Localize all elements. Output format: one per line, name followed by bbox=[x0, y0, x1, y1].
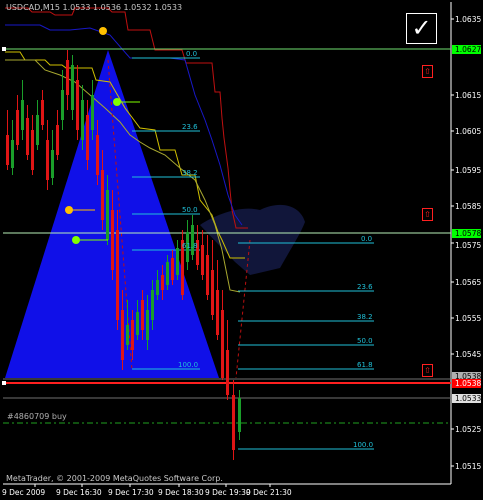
arrow-glyph: ⇧ bbox=[424, 366, 431, 375]
fib-upper-label: 61.8 bbox=[182, 242, 198, 250]
candle-body bbox=[116, 230, 119, 320]
fib-lower-label: 50.0 bbox=[357, 337, 373, 345]
marker-dot-yellow-top[interactable] bbox=[99, 27, 107, 35]
price-scale-label: 1.0605 bbox=[455, 127, 482, 136]
candle-body bbox=[232, 395, 235, 450]
candle-body bbox=[166, 262, 169, 285]
copyright-text: MetaTrader, © 2001-2009 MetaQuotes Softw… bbox=[6, 474, 223, 483]
price-tag-current: 1.0533 bbox=[452, 394, 481, 403]
candle-body bbox=[91, 95, 94, 130]
candle-body bbox=[51, 150, 54, 178]
fib-lower-levels[interactable] bbox=[238, 242, 374, 450]
price-tag-green-lower: 1.0578 bbox=[452, 229, 481, 238]
candle-body bbox=[176, 248, 179, 275]
price-scale-label: 1.0615 bbox=[455, 91, 482, 100]
time-scale-label: 9 Dec 2009 bbox=[2, 488, 46, 497]
candle-body bbox=[146, 310, 149, 340]
candle-body bbox=[61, 90, 64, 120]
fib-upper-label: 50.0 bbox=[182, 206, 198, 214]
candle-body bbox=[36, 115, 39, 145]
candle-body bbox=[56, 125, 59, 155]
marker-dot-green-1[interactable] bbox=[113, 98, 121, 106]
candle-body bbox=[6, 135, 9, 165]
marker-dot-green-2[interactable] bbox=[72, 236, 80, 244]
hline-anchor-red[interactable] bbox=[2, 381, 6, 385]
fib-upper-label: 23.6 bbox=[182, 123, 198, 131]
time-scale-label: 9 Dec 18:30 bbox=[158, 488, 204, 497]
candle-body bbox=[161, 275, 164, 290]
fib-upper-label: 100.0 bbox=[178, 361, 199, 369]
candle-body bbox=[76, 80, 79, 130]
background-shape bbox=[200, 204, 305, 275]
candle-body bbox=[11, 140, 14, 168]
candle-body bbox=[66, 60, 69, 95]
candle-body bbox=[96, 135, 99, 175]
fib-lower-label: 100.0 bbox=[353, 441, 374, 449]
fib-lower-label: 23.6 bbox=[357, 283, 373, 291]
price-scale-label: 1.0565 bbox=[455, 278, 482, 287]
price-scale-label: 1.0635 bbox=[455, 15, 482, 24]
candle-body bbox=[71, 65, 74, 110]
candle-body bbox=[216, 290, 219, 335]
fib-upper-label: 38.2 bbox=[182, 169, 198, 177]
time-scale-label: 9 Dec 17:30 bbox=[108, 488, 154, 497]
price-chart[interactable] bbox=[0, 0, 483, 500]
candle-body bbox=[31, 130, 34, 170]
fib-lower-label: 38.2 bbox=[357, 313, 373, 321]
candle-body bbox=[46, 140, 49, 180]
price-scale-label: 1.0585 bbox=[455, 202, 482, 211]
candle-body bbox=[201, 245, 204, 275]
candle-body bbox=[86, 115, 89, 160]
candle-body bbox=[171, 258, 174, 280]
up-arrow-icon[interactable]: ⇧ bbox=[422, 65, 433, 78]
candle-body bbox=[156, 280, 159, 295]
fib-lower-label: 0.0 bbox=[361, 235, 373, 243]
candle-body bbox=[101, 170, 104, 220]
price-scale-label: 1.0545 bbox=[455, 350, 482, 359]
candle-body bbox=[206, 255, 209, 295]
candle-body bbox=[126, 325, 129, 345]
order-label: #4860709 buy bbox=[7, 412, 67, 421]
price-tag-green-upper: 1.0627 bbox=[452, 45, 481, 54]
candle-body bbox=[136, 312, 139, 335]
candle-body bbox=[191, 225, 194, 255]
time-scale-label: 9 Dec 19:30 bbox=[205, 488, 251, 497]
candle-body bbox=[26, 118, 29, 155]
candle-body bbox=[121, 310, 124, 360]
candle-body bbox=[221, 310, 224, 378]
candle-body bbox=[111, 210, 114, 270]
up-arrow-icon[interactable]: ⇧ bbox=[422, 208, 433, 221]
price-scale-label: 1.0595 bbox=[455, 166, 482, 175]
marker-dot-yellow[interactable] bbox=[65, 206, 73, 214]
time-scale-label: 9 Dec 16:30 bbox=[56, 488, 102, 497]
candle-body bbox=[16, 110, 19, 145]
fib-upper-label: 0.0 bbox=[186, 50, 198, 58]
price-scale-label: 1.0575 bbox=[455, 241, 482, 250]
candle-body bbox=[106, 190, 109, 240]
candle-body bbox=[211, 270, 214, 315]
candle-body bbox=[226, 350, 229, 395]
price-tag-red: 1.0538 bbox=[452, 379, 481, 388]
arrow-glyph: ⇧ bbox=[424, 67, 431, 76]
candle-body bbox=[21, 100, 24, 130]
up-arrow-icon[interactable]: ⇧ bbox=[422, 364, 433, 377]
price-scale-label: 1.0525 bbox=[455, 425, 482, 434]
candle-body bbox=[141, 300, 144, 330]
candle-body bbox=[41, 100, 44, 125]
hline-anchor-upper[interactable] bbox=[2, 47, 6, 51]
price-scale-label: 1.0515 bbox=[455, 462, 482, 471]
time-scale-label: 9 Dec 21:30 bbox=[246, 488, 292, 497]
arrow-glyph: ⇧ bbox=[424, 210, 431, 219]
chart-title: USDCAD,M15 1.0533 1.0536 1.0532 1.0533 bbox=[6, 3, 183, 12]
price-scale-label: 1.0555 bbox=[455, 314, 482, 323]
candle-body bbox=[131, 320, 134, 350]
candle-body bbox=[238, 398, 241, 432]
check-icon[interactable]: ✓ bbox=[406, 13, 437, 44]
candle-body bbox=[151, 290, 154, 320]
fib-lower-label: 61.8 bbox=[357, 361, 373, 369]
candle-body bbox=[81, 100, 84, 140]
chart-window[interactable]: USDCAD,M15 1.0533 1.0536 1.0532 1.0533 #… bbox=[0, 0, 483, 500]
